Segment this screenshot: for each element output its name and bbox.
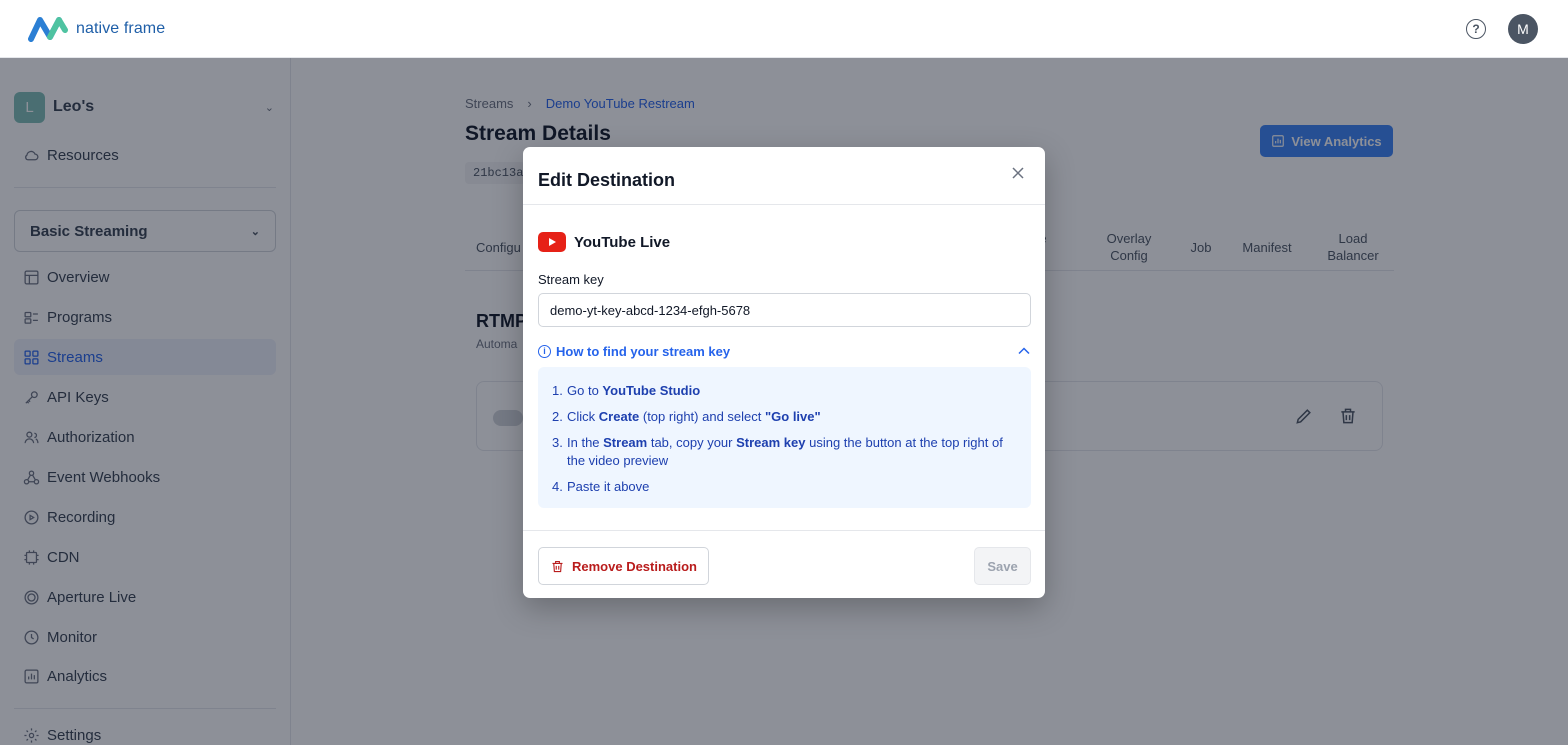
howto-step: 4. Paste it above [552, 479, 650, 494]
howto-label: How to find your stream key [556, 343, 731, 359]
modal-title: Edit Destination [538, 170, 676, 190]
modal-footer: Remove Destination Save [523, 530, 1045, 598]
platform-row: YouTube Live [538, 232, 670, 252]
stream-key-label: Stream key [538, 272, 604, 287]
remove-destination-button[interactable]: Remove Destination [538, 547, 709, 585]
howto-step: 1. Go to YouTube Studio [552, 383, 701, 398]
user-avatar[interactable]: M [1508, 13, 1538, 44]
platform-name: YouTube Live [574, 233, 671, 251]
logo[interactable]: native frame [28, 16, 165, 42]
edit-destination-modal: Edit Destination YouTube Live Stream key… [523, 147, 1045, 598]
stream-key-input[interactable] [538, 293, 1031, 327]
trash-icon [552, 560, 563, 572]
howto-steps: 1. Go to YouTube Studio 2. Click Create (t… [538, 367, 1031, 508]
native-frame-logo-icon [28, 16, 68, 42]
help-icon[interactable]: ? [1466, 18, 1486, 39]
howto-step: 3. In the Stream tab, copy your Stream ke… [552, 435, 1003, 468]
close-icon[interactable] [1011, 166, 1025, 180]
info-icon: i [538, 344, 551, 358]
logo-text: native frame [76, 19, 166, 37]
chevron-up-icon [1018, 347, 1030, 355]
modal-header: Edit Destination [523, 147, 1045, 205]
howto-toggle[interactable]: i How to find your stream key [538, 341, 1031, 361]
howto-step: 2. Click Create (top right) and select "G… [552, 409, 821, 424]
youtube-icon [538, 232, 566, 252]
top-bar: native frame ? M [0, 0, 1568, 58]
remove-destination-label: Remove Destination [572, 558, 697, 574]
save-button[interactable]: Save [974, 547, 1031, 585]
